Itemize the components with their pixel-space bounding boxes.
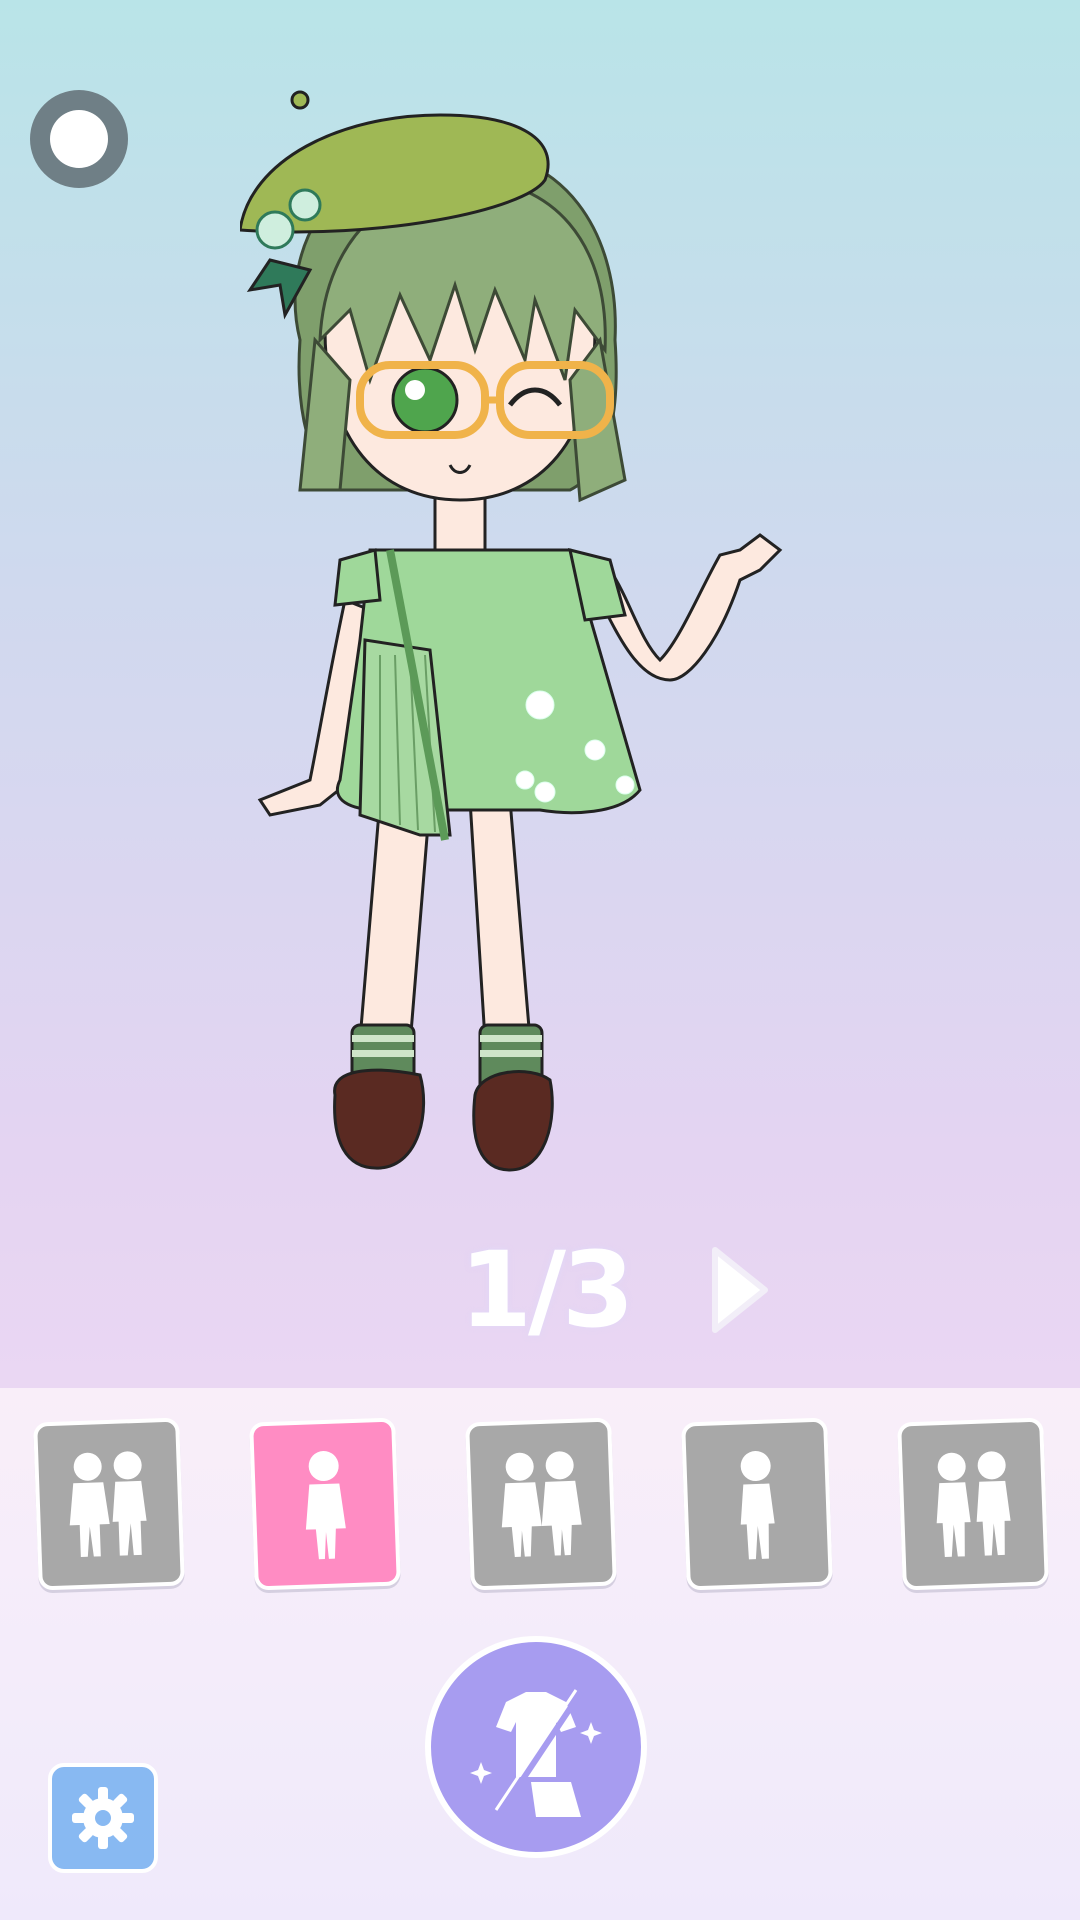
two-girls-silhouette-icon [501,1451,582,1557]
couple-silhouette-icon [69,1451,147,1558]
next-page-button[interactable] [705,1240,775,1340]
category-couple-mixed-button[interactable] [33,1417,185,1591]
category-two-girls-button[interactable] [465,1417,617,1591]
character-avatar [240,90,783,1172]
record-circle-icon [50,110,108,168]
play-arrow-icon [712,1247,768,1333]
category-selector [0,1417,1080,1591]
category-single-boy-button[interactable] [681,1417,833,1591]
girl-silhouette-icon [305,1451,346,1560]
bottom-panel [0,1388,1080,1920]
two-boys-silhouette-icon [936,1451,1011,1558]
category-two-boys-button[interactable] [897,1417,1049,1591]
record-button[interactable] [30,90,128,188]
category-single-girl-button[interactable] [249,1417,401,1591]
page-indicator: 1/3 [459,1229,635,1351]
boy-silhouette-icon [740,1451,775,1560]
outfit-swap-button[interactable] [425,1636,647,1858]
outfit-swap-icon [470,1689,602,1817]
gear-icon [72,1787,134,1849]
settings-button[interactable] [48,1763,158,1873]
